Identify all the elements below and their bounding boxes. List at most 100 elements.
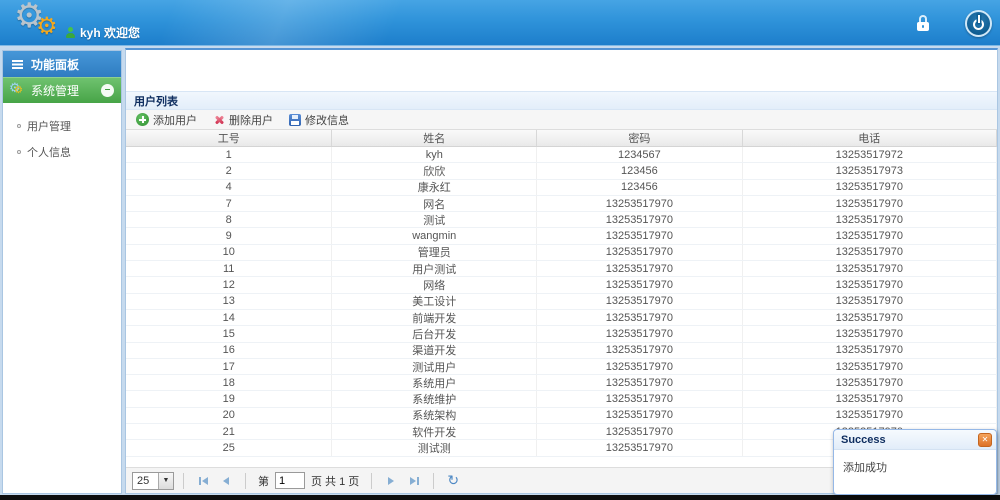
app-header: ⚙ ⚙ kyh 欢迎您 [0,0,1000,46]
table-cell: 25 [126,440,333,456]
close-icon[interactable]: ✕ [978,432,992,447]
table-row[interactable]: 8 测试 13253517970 13253517970 [126,212,997,229]
table-row[interactable]: 9 wangmin 13253517970 13253517970 [126,228,997,245]
sidebar-item-personal-info[interactable]: 个人信息 [3,139,121,165]
table-cell: 网名 [332,195,538,212]
table-cell: 20 [126,407,333,424]
last-page-button[interactable] [404,471,424,491]
column-header[interactable]: 电话 [743,130,997,146]
gear-icon: ⚙ [36,13,58,40]
delete-icon [213,114,225,126]
table-cell: 软件开发 [332,424,538,440]
table-cell: 19 [126,391,333,407]
main-blank-area [126,50,997,91]
table-row[interactable]: 11 用户测试 13253517970 13253517970 [126,261,997,278]
table-cell: 网络 [332,277,538,293]
table-cell: 13 [126,293,333,309]
table-row[interactable]: 12 网络 13253517970 13253517970 [126,277,997,294]
lock-icon-hole [922,25,924,28]
sidebar-item-label: 用户管理 [27,121,71,133]
table-cell: wangmin [332,228,538,244]
column-header[interactable]: 密码 [537,130,743,146]
table-cell: 123456 [537,179,743,195]
success-popup: Success ✕ 添加成功 [833,429,997,495]
table-cell: 系统架构 [332,407,538,424]
table-cell: 13253517970 [743,212,997,228]
delete-user-button[interactable]: 删除用户 [208,110,280,130]
page-label-prefix: 第 [258,475,269,488]
dropdown-arrow-icon: ▼ [158,472,173,489]
collapse-icon[interactable]: – [101,84,114,97]
table-cell: kyh [332,147,538,163]
sidebar-item-label: 个人信息 [27,147,71,159]
table-row[interactable]: 15 后台开发 13253517970 13253517970 [126,326,997,343]
table-row[interactable]: 10 管理员 13253517970 13253517970 [126,244,997,262]
sidebar-group-system-management[interactable]: ⚙ ⚙ 系统管理 – [3,77,121,103]
column-header[interactable]: 姓名 [332,130,538,146]
lock-button[interactable] [915,14,931,32]
lock-icon [919,15,927,22]
table-cell: 测试 [332,212,538,228]
table-cell: 13253517970 [537,440,743,456]
table-cell: 13253517970 [537,244,743,261]
bottom-edge-bar [0,495,1000,500]
table-row[interactable]: 13 美工设计 13253517970 13253517970 [126,293,997,310]
table-row[interactable]: 2 欣欣 123456 13253517973 [126,163,997,180]
table-cell: 13253517970 [537,407,743,424]
table-cell: 13253517970 [743,293,997,309]
popup-title: Success [841,433,886,446]
table-cell: 2 [126,163,333,179]
table-row[interactable]: 14 前端开发 13253517970 13253517970 [126,309,997,327]
save-icon [289,113,301,126]
table-cell: 欣欣 [332,163,538,179]
popup-header[interactable]: Success ✕ [834,430,996,450]
logout-power-button[interactable] [965,9,992,37]
sidebar-item-user-management[interactable]: 用户管理 [3,113,121,139]
sidebar-group-label: 系统管理 [31,84,80,98]
table-cell: 13253517970 [537,277,743,293]
page-number-input[interactable] [275,472,305,489]
table-row[interactable]: 4 康永红 123456 13253517970 [126,179,997,196]
table-cell: 21 [126,424,333,440]
table-cell: 4 [126,179,333,195]
table-cell: 13253517970 [537,375,743,391]
table-row[interactable]: 18 系统用户 13253517970 13253517970 [126,375,997,392]
next-page-button[interactable] [381,471,401,491]
separator [183,472,184,489]
table-row[interactable]: 19 系统维护 13253517970 13253517970 [126,391,997,408]
table-cell: 10 [126,244,333,261]
page-size-select[interactable]: 25 ▼ [132,471,174,490]
table-cell: 13253517970 [537,309,743,326]
table-cell: 13253517970 [743,358,997,375]
prev-page-button[interactable] [216,471,236,491]
header-streak-decoration [83,0,517,45]
table-cell: 13253517970 [743,261,997,277]
system-gear-icon: ⚙ ⚙ [9,80,25,98]
table-row[interactable]: 1 kyh 1234567 13253517972 [126,147,997,164]
add-icon [136,113,149,126]
column-header[interactable]: 工号 [126,130,333,146]
page-size-value: 25 [137,474,150,487]
table-body: 1 kyh 1234567 13253517972 2 欣欣 123456 132535179… [126,147,997,467]
table-cell: 13253517970 [743,375,997,391]
gear-icon: ⚙ [14,85,23,96]
power-icon-stem [977,14,980,23]
table-cell: 13253517970 [743,244,997,261]
table-cell: 前端开发 [332,309,538,326]
edit-info-label: 修改信息 [305,114,349,127]
table-row[interactable]: 16 渠道开发 13253517970 13253517970 [126,342,997,359]
table-row[interactable]: 20 系统架构 13253517970 13253517970 [126,407,997,425]
page-label-suffix: 页 共 1 页 [311,475,360,488]
table-row[interactable]: 17 测试用户 13253517970 13253517970 [126,358,997,376]
edit-info-button[interactable]: 修改信息 [284,110,356,130]
sidebar-items: 用户管理 个人信息 [3,103,121,165]
table-cell: 14 [126,309,333,326]
table-cell: 13253517970 [537,261,743,277]
table-row[interactable]: 7 网名 13253517970 13253517970 [126,195,997,213]
add-user-button[interactable]: 添加用户 [131,110,204,130]
separator [371,472,373,489]
refresh-button[interactable]: ↻ [443,471,463,491]
first-page-button[interactable] [193,471,213,491]
table-cell: 美工设计 [332,293,538,309]
table-cell: 13253517970 [743,277,997,293]
